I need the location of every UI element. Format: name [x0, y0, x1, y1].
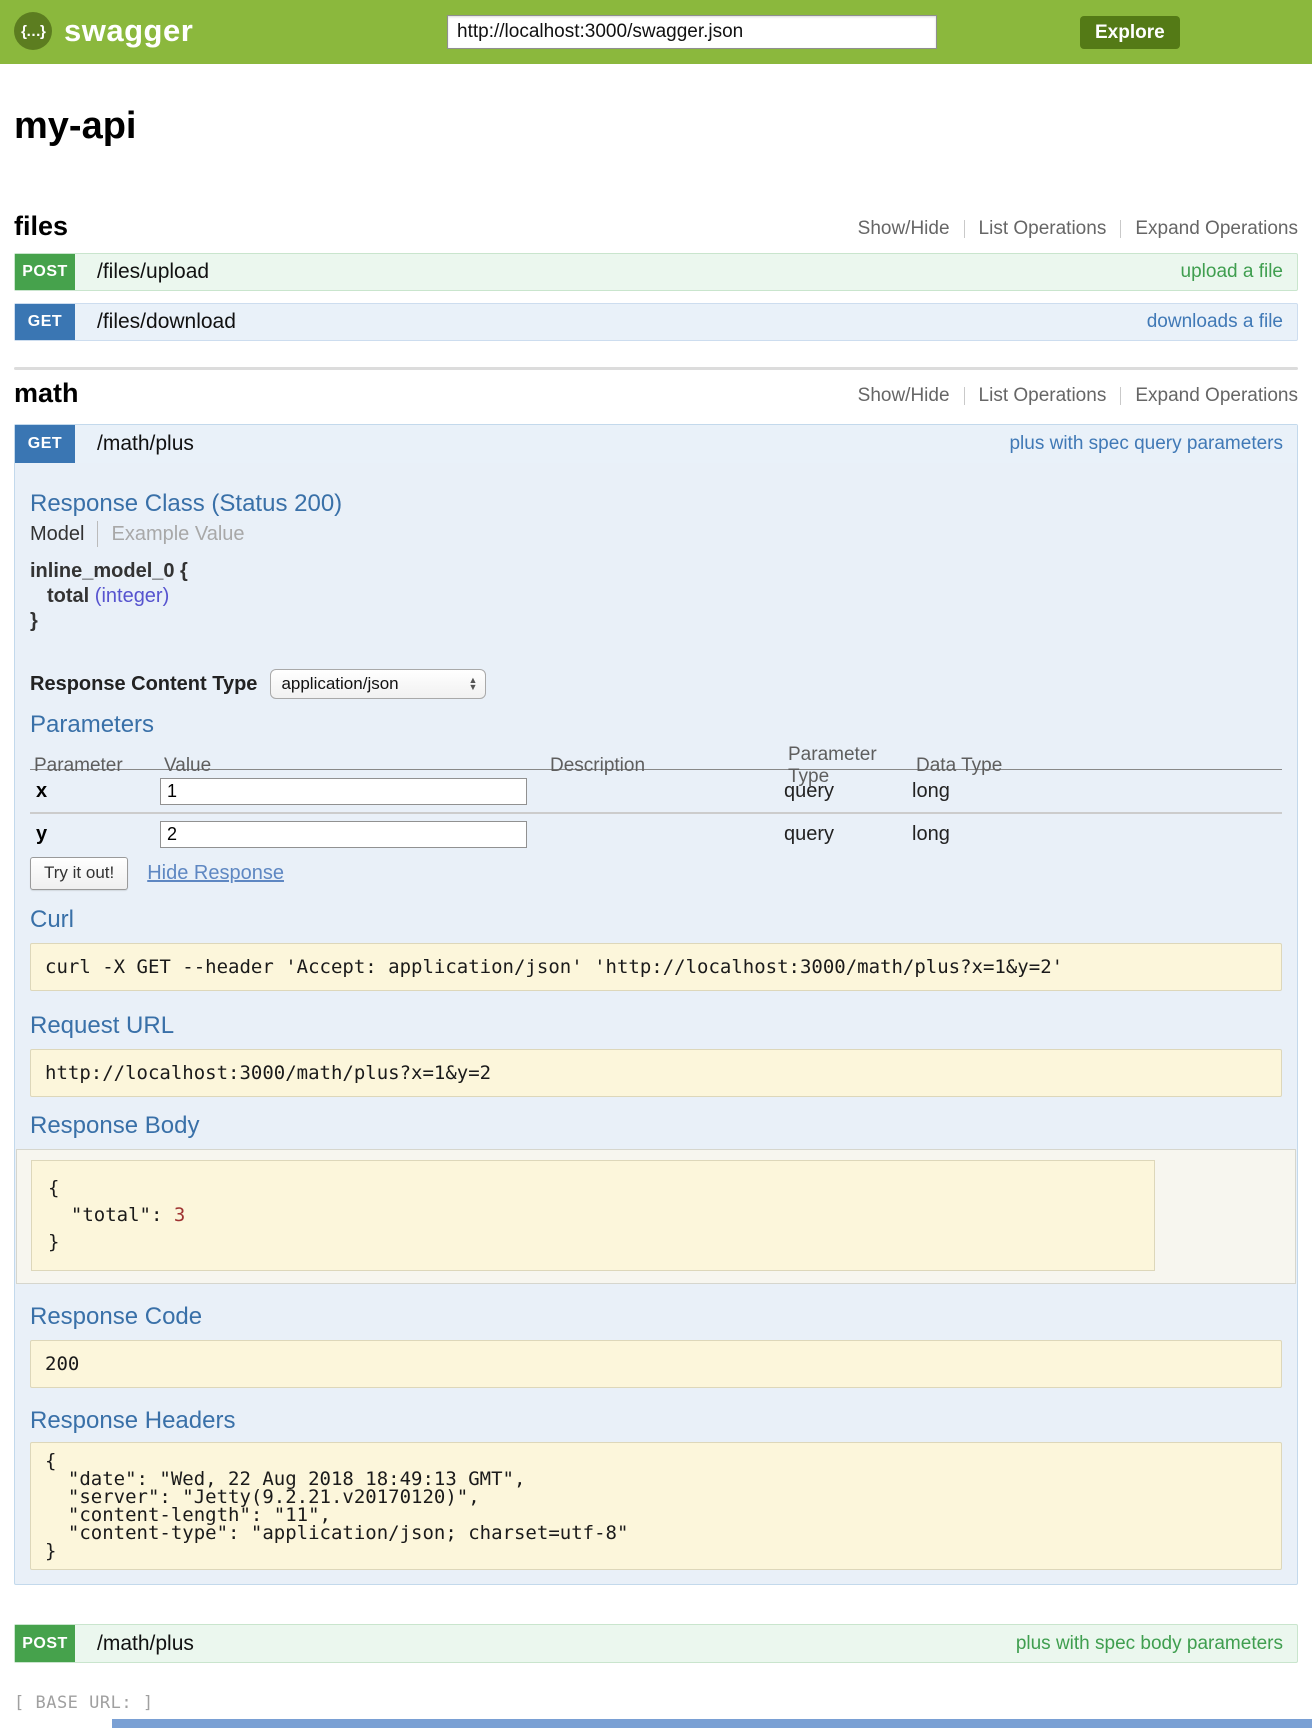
parameters-table-header: Parameter Value Description Parameter Ty… [30, 744, 1282, 770]
parameters-heading: Parameters [30, 714, 1282, 736]
separator [97, 521, 98, 547]
param-type: query [784, 780, 912, 803]
param-data-type: long [912, 780, 1282, 803]
math-section-header: math Show/Hide List Operations Expand Op… [14, 379, 1298, 407]
property-type: (integer) [95, 585, 169, 607]
parameter-row-y: y query long [30, 812, 1282, 854]
curl-heading: Curl [30, 909, 1282, 931]
expand-operations-link[interactable]: Expand Operations [1135, 218, 1298, 240]
show-hide-link[interactable]: Show/Hide [858, 385, 950, 407]
param-y-input[interactable] [160, 821, 527, 848]
method-badge-post: POST [15, 254, 75, 290]
header: {…} swagger Explore [0, 0, 1312, 64]
param-data-type: long [912, 823, 1282, 846]
operation-path[interactable]: /files/download [97, 310, 236, 334]
operation-row-get-files-download[interactable]: GET /files/download downloads a file [14, 303, 1298, 341]
swagger-logo[interactable]: {…} swagger [14, 12, 193, 50]
separator [964, 220, 965, 238]
response-class-heading: Response Class (Status 200) [30, 463, 1282, 517]
explore-button[interactable]: Explore [1080, 16, 1180, 49]
response-headers-json: { "date": "Wed, 22 Aug 2018 18:49:13 GMT… [30, 1442, 1282, 1570]
model-name: inline_model_0 { [30, 559, 1282, 584]
response-body-json: { "total": 3 } [31, 1160, 1155, 1271]
operation-path[interactable]: /files/upload [97, 260, 209, 284]
response-code-heading: Response Code [30, 1306, 1282, 1328]
operation-path[interactable]: /math/plus [97, 432, 194, 456]
model-close-brace: } [30, 609, 1282, 634]
method-badge-get: GET [15, 304, 75, 340]
response-body-heading: Response Body [30, 1115, 1282, 1137]
operation-row-get-math-plus[interactable]: GET /math/plus plus with spec query para… [15, 425, 1297, 463]
model-tabs: Model Example Value [30, 521, 1282, 547]
request-url-value: http://localhost:3000/math/plus?x=1&y=2 [30, 1049, 1282, 1097]
request-url-heading: Request URL [30, 1015, 1282, 1037]
separator [1120, 387, 1121, 405]
json-close-brace: } [48, 1231, 59, 1253]
operation-expanded-get-math-plus: GET /math/plus plus with spec query para… [14, 424, 1298, 1585]
method-badge-get: GET [15, 425, 75, 463]
separator [1120, 220, 1121, 238]
json-number-value: 3 [174, 1204, 185, 1226]
response-content-type-label: Response Content Type [30, 673, 257, 696]
api-title: my-api [14, 106, 1298, 146]
swagger-logo-icon: {…} [14, 12, 52, 50]
operation-summary[interactable]: downloads a file [1147, 311, 1283, 333]
bottom-selection-bar [112, 1719, 1312, 1728]
property-name: total [47, 585, 89, 607]
brand-title: swagger [64, 13, 193, 49]
try-row: Try it out! Hide Response [30, 856, 1282, 890]
section-divider [14, 367, 1298, 370]
list-operations-link[interactable]: List Operations [979, 385, 1107, 407]
param-x-input[interactable] [160, 778, 527, 805]
tab-example-value[interactable]: Example Value [111, 523, 244, 546]
col-parameter: Parameter [30, 755, 160, 777]
col-description: Description [546, 755, 784, 777]
operation-summary[interactable]: plus with spec query parameters [1009, 433, 1283, 455]
col-value: Value [160, 755, 546, 777]
operation-summary[interactable]: upload a file [1181, 261, 1283, 283]
files-section-controls: Show/Hide List Operations Expand Operati… [858, 218, 1298, 240]
json-open-brace: { [48, 1177, 59, 1199]
response-headers-heading: Response Headers [30, 1410, 1282, 1432]
response-content-type-select[interactable]: application/json ▲▼ [270, 669, 486, 699]
show-hide-link[interactable]: Show/Hide [858, 218, 950, 240]
json-key: "total": [48, 1204, 174, 1226]
math-section-controls: Show/Hide List Operations Expand Operati… [858, 385, 1298, 407]
separator [964, 387, 965, 405]
response-code-value: 200 [30, 1340, 1282, 1388]
files-section-header: files Show/Hide List Operations Expand O… [14, 212, 1298, 240]
response-content-type-row: Response Content Type application/json ▲… [30, 668, 1282, 700]
method-badge-post: POST [15, 1625, 75, 1662]
spec-url-input[interactable] [447, 15, 937, 49]
col-data-type: Data Type [912, 755, 1282, 777]
operation-path[interactable]: /math/plus [97, 1632, 194, 1656]
model-property: total (integer) [30, 584, 1282, 609]
operation-row-post-files-upload[interactable]: POST /files/upload upload a file [14, 253, 1298, 291]
try-it-out-button[interactable]: Try it out! [30, 857, 128, 890]
expand-operations-link[interactable]: Expand Operations [1135, 385, 1298, 407]
operation-content: Response Class (Status 200) Model Exampl… [15, 463, 1297, 1584]
curl-command: curl -X GET --header 'Accept: applicatio… [30, 943, 1282, 991]
selected-content-type: application/json [281, 674, 468, 694]
select-arrows-icon: ▲▼ [469, 677, 478, 691]
list-operations-link[interactable]: List Operations [979, 218, 1107, 240]
operation-row-post-math-plus[interactable]: POST /math/plus plus with spec body para… [14, 1624, 1298, 1663]
section-title-files: files [14, 212, 68, 240]
operation-summary[interactable]: plus with spec body parameters [1016, 1633, 1283, 1655]
section-title-math: math [14, 379, 79, 407]
param-name: y [30, 823, 160, 846]
response-body-container: { "total": 3 } [16, 1149, 1296, 1284]
tab-model[interactable]: Model [30, 523, 84, 546]
hide-response-link[interactable]: Hide Response [147, 862, 284, 885]
base-url-footer: [ BASE URL: ] [14, 1693, 1312, 1713]
model-signature: inline_model_0 { total (integer) } [30, 559, 1282, 634]
arrow-down-icon: ▼ [469, 684, 478, 691]
param-type: query [784, 823, 912, 846]
param-name: x [30, 780, 160, 803]
